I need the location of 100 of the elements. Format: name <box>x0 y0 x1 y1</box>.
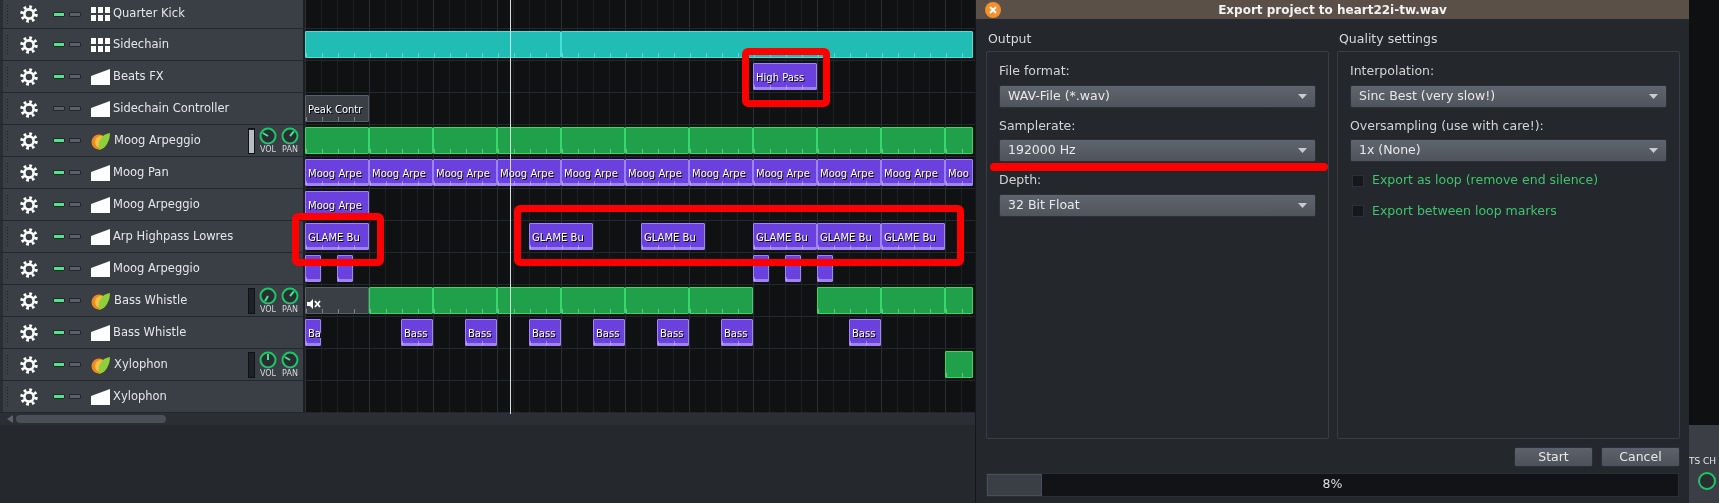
clip[interactable] <box>945 287 974 314</box>
solo-toggle[interactable] <box>69 362 81 367</box>
clip[interactable]: Moog Arpe <box>817 159 881 186</box>
mute-toggle[interactable] <box>53 138 65 143</box>
clip[interactable] <box>369 287 433 314</box>
checkbox-label[interactable]: Export as loop (remove end silence) <box>1372 171 1599 190</box>
mute-toggle[interactable] <box>53 234 65 239</box>
clip[interactable]: Moog Arpe <box>433 159 497 186</box>
clip[interactable]: Moog Arpe <box>369 159 433 186</box>
knob[interactable] <box>259 287 277 305</box>
knob[interactable] <box>259 351 277 369</box>
clip[interactable]: High Pass <box>753 63 817 90</box>
knob[interactable] <box>281 127 299 145</box>
solo-toggle[interactable] <box>69 106 81 111</box>
clip[interactable]: GLAME Bu <box>817 223 881 250</box>
clip[interactable]: Moog Arpe <box>625 159 689 186</box>
clip[interactable] <box>625 127 689 154</box>
solo-toggle[interactable] <box>69 202 81 207</box>
clip[interactable] <box>625 287 689 314</box>
clip[interactable]: Ba <box>305 319 321 346</box>
dropdown[interactable]: WAV-File (*.wav) <box>999 84 1316 108</box>
settings-icon[interactable] <box>19 258 39 279</box>
mute-toggle[interactable] <box>53 394 65 399</box>
clip[interactable] <box>945 351 974 378</box>
checkbox[interactable] <box>1352 205 1364 218</box>
clip[interactable] <box>497 287 561 314</box>
clip[interactable]: GLAME Bu <box>529 223 593 250</box>
checkbox[interactable] <box>1352 174 1364 187</box>
mute-toggle[interactable] <box>53 106 65 111</box>
scrollbar[interactable] <box>0 413 975 425</box>
checkbox-label[interactable]: Export between loop markers <box>1372 202 1557 221</box>
clip[interactable]: Bass <box>849 319 881 346</box>
solo-toggle[interactable] <box>69 330 81 335</box>
clip[interactable] <box>817 127 881 154</box>
settings-icon[interactable] <box>19 66 39 87</box>
mute-toggle[interactable] <box>53 74 65 79</box>
clip[interactable]: Bass <box>721 319 753 346</box>
clip[interactable] <box>561 127 625 154</box>
clip[interactable] <box>817 287 881 314</box>
solo-toggle[interactable] <box>69 138 81 143</box>
settings-icon[interactable] <box>19 34 39 55</box>
dropdown[interactable]: 32 Bit Float <box>999 194 1316 217</box>
knob[interactable] <box>281 351 299 369</box>
clip[interactable] <box>305 127 369 154</box>
mute-toggle[interactable] <box>53 266 65 271</box>
dialog-button[interactable]: Cancel <box>1601 446 1680 467</box>
clip[interactable]: Bass <box>529 319 561 346</box>
clip[interactable]: Moog Arpe <box>305 159 369 186</box>
solo-toggle[interactable] <box>69 298 81 303</box>
settings-icon[interactable] <box>19 98 39 119</box>
clip[interactable] <box>305 287 369 314</box>
solo-toggle[interactable] <box>69 170 81 175</box>
dropdown[interactable]: 192000 Hz <box>999 139 1316 163</box>
clip[interactable] <box>497 127 561 154</box>
solo-toggle[interactable] <box>69 266 81 271</box>
settings-icon[interactable] <box>19 162 39 183</box>
mute-toggle[interactable] <box>53 298 65 303</box>
solo-toggle[interactable] <box>69 74 81 79</box>
dialog-button[interactable]: Start <box>1514 446 1593 467</box>
clip[interactable]: Moo <box>945 159 974 186</box>
clip[interactable]: Bass <box>465 319 497 346</box>
clip[interactable]: Bass <box>593 319 625 346</box>
clip[interactable] <box>433 287 497 314</box>
clip[interactable]: GLAME Bu <box>753 223 817 250</box>
settings-icon[interactable] <box>19 226 39 247</box>
clip[interactable]: Moog Arpe <box>881 159 945 186</box>
settings-icon[interactable] <box>19 354 39 375</box>
solo-toggle[interactable] <box>69 11 81 17</box>
solo-toggle[interactable] <box>69 394 81 399</box>
mute-toggle[interactable] <box>53 42 65 47</box>
settings-icon[interactable] <box>19 130 39 151</box>
clip[interactable]: GLAME Bu <box>641 223 705 250</box>
settings-icon[interactable] <box>19 194 39 215</box>
mute-toggle[interactable] <box>53 362 65 367</box>
clip[interactable] <box>689 127 753 154</box>
clip[interactable]: Bass <box>657 319 689 346</box>
clip[interactable] <box>369 127 433 154</box>
settings-icon[interactable] <box>19 322 39 343</box>
knob[interactable] <box>281 287 299 305</box>
mute-toggle[interactable] <box>53 202 65 207</box>
solo-toggle[interactable] <box>69 42 81 47</box>
mute-toggle[interactable] <box>53 330 65 335</box>
dropdown[interactable]: Sinc Best (very slow!) <box>1350 84 1667 108</box>
clip[interactable] <box>433 127 497 154</box>
clip[interactable]: Moog Arpe <box>561 159 625 186</box>
solo-toggle[interactable] <box>69 234 81 239</box>
close-icon[interactable] <box>985 1 1001 18</box>
clip[interactable]: Moog Arpe <box>753 159 817 186</box>
clip[interactable] <box>753 127 817 154</box>
scroll-left-icon[interactable] <box>7 415 13 423</box>
knob[interactable] <box>1697 470 1717 491</box>
clip[interactable]: Moog Arpe <box>689 159 753 186</box>
clip[interactable] <box>881 127 945 154</box>
dropdown[interactable]: 1x (None) <box>1350 139 1667 163</box>
settings-icon[interactable] <box>19 4 39 24</box>
clip[interactable] <box>945 127 974 154</box>
clip[interactable]: GLAME Bu <box>881 223 945 250</box>
knob[interactable] <box>259 127 277 145</box>
clip[interactable]: Peak Contr <box>305 95 369 122</box>
clip[interactable]: Bass <box>401 319 433 346</box>
